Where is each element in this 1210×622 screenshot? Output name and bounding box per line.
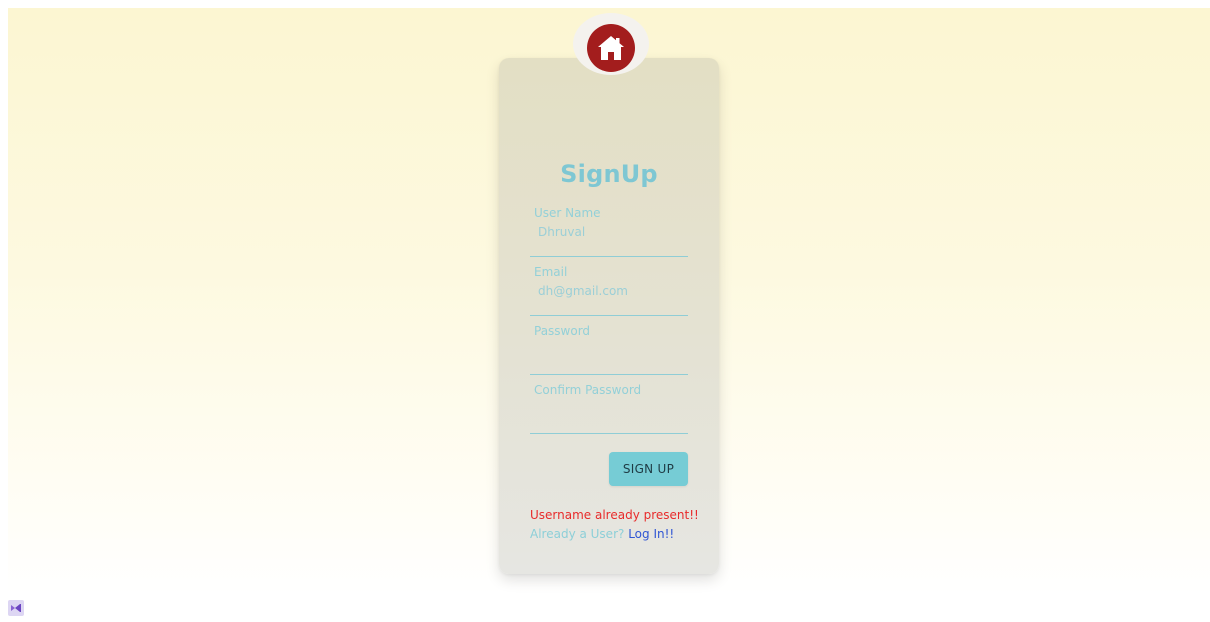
username-field: User Name (530, 206, 688, 257)
confirm-password-input[interactable] (530, 399, 688, 419)
signup-card (499, 58, 719, 574)
password-field: Password (530, 324, 688, 375)
home-logo[interactable] (587, 24, 635, 72)
login-prompt: Already a User? Log In!! (530, 527, 674, 541)
infinity-icon (11, 604, 21, 612)
password-label: Password (534, 324, 591, 338)
signup-button[interactable]: SIGN UP (609, 452, 688, 486)
login-prompt-text: Already a User? (530, 527, 625, 541)
email-field: Email (530, 265, 688, 316)
password-input[interactable] (530, 340, 688, 360)
email-input[interactable] (530, 281, 688, 301)
username-input[interactable] (530, 222, 688, 242)
page-title: SignUp (560, 160, 658, 188)
visual-studio-icon[interactable] (8, 600, 24, 616)
email-label: Email (534, 265, 568, 279)
home-icon (598, 36, 624, 60)
login-link[interactable]: Log In!! (628, 527, 674, 541)
confirm-password-label: Confirm Password (534, 383, 642, 397)
error-message: Username already present!! (530, 508, 699, 522)
username-label: User Name (534, 206, 601, 220)
confirm-password-field: Confirm Password (530, 383, 688, 434)
